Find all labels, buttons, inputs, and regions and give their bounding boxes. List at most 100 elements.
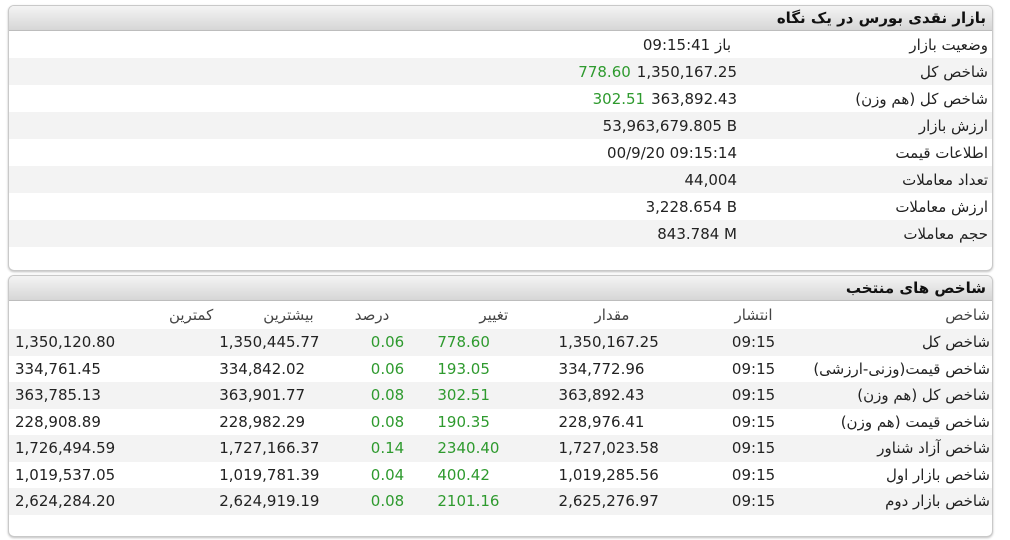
overview-main-value: 1,350,167.25 (636, 62, 737, 81)
overview-row-trade-value: ارزش معاملات 3,228.654 B (9, 193, 992, 220)
selected-indices-title: شاخص های منتخب (9, 276, 992, 301)
index-high: 2,624,919.19 (219, 492, 320, 511)
overview-value: 44,004 (447, 170, 738, 189)
index-time: 09:15 (731, 333, 776, 352)
overview-value: باز 09:15:41 (447, 36, 737, 54)
index-percent: 0.08 (370, 386, 405, 405)
index-amount: 1,727,023.58 (558, 439, 659, 458)
index-time: 09:15 (731, 412, 776, 431)
overview-value: 53,963,679.805 B (447, 117, 737, 135)
index-time: 09:15 (731, 492, 776, 511)
index-amount: 1,350,167.25 (558, 333, 659, 352)
overview-row-market-value: ارزش بازار 53,963,679.805 B (9, 112, 992, 139)
index-high: 1,350,445.77 (219, 333, 320, 352)
index-time: 09:15 (731, 465, 776, 484)
overview-main-value: 843.784 M (657, 224, 737, 243)
selected-indices-panel: شاخص های منتخب شاخص انتشار مقدار تغییر د… (8, 275, 993, 537)
index-low: 2,624,284.20 (15, 492, 116, 511)
index-amount: 363,892.43 (558, 386, 645, 405)
index-low: 228,908.89 (15, 412, 101, 431)
index-amount: 1,019,285.56 (558, 465, 659, 484)
index-time: 09:15 (731, 359, 776, 378)
table-row[interactable]: شاخص بازار اول 09:15 1,019,285.56 400.42… (9, 462, 992, 489)
market-overview-title: بازار نقدی بورس در یک نگاه (9, 6, 992, 31)
overview-row-equal-weight-index: شاخص کل (هم وزن) 302.51 363,892.43 (9, 85, 992, 112)
index-change: 2340.40 (437, 439, 500, 458)
column-header-high[interactable]: بیشترین (213, 301, 349, 329)
index-percent: 0.08 (370, 412, 405, 431)
overview-main-value: 3,228.654 B (645, 197, 737, 216)
column-header-percent[interactable]: درصد (349, 301, 428, 329)
column-header-amount[interactable]: مقدار (555, 301, 720, 329)
index-high: 228,982.29 (219, 412, 306, 431)
index-percent: 0.14 (370, 439, 405, 458)
overview-label: اطلاعات قیمت (895, 143, 988, 162)
index-name[interactable]: شاخص قیمت(وزنی-ارزشی) (787, 356, 992, 383)
index-low: 334,761.45 (15, 359, 101, 378)
index-percent: 0.06 (370, 333, 405, 352)
index-change: 302.51 (437, 386, 490, 405)
index-percent: 0.06 (370, 359, 405, 378)
overview-label: وضعیت بازار (909, 35, 988, 54)
overview-main-value: 00/9/20 09:15:14 (607, 143, 737, 162)
overview-main-value: 363,892.43 (651, 89, 737, 108)
index-low: 1,350,120.80 (15, 333, 116, 352)
index-high: 334,842.02 (219, 359, 306, 378)
column-header-low[interactable]: کمترین (9, 301, 213, 329)
index-amount: 334,772.96 (558, 359, 645, 378)
overview-row-status: وضعیت بازار باز 09:15:41 (9, 31, 992, 58)
index-low: 1,019,537.05 (15, 465, 116, 484)
index-change: 400.42 (437, 465, 490, 484)
overview-label: ارزش بازار (918, 116, 988, 135)
overview-label: شاخص کل (هم وزن) (855, 89, 988, 108)
overview-main-value: باز 09:15:41 (642, 35, 731, 54)
market-overview-panel: بازار نقدی بورس در یک نگاه وضعیت بازار ب… (8, 5, 993, 271)
overview-label: ارزش معاملات (895, 197, 988, 216)
market-overview-list: وضعیت بازار باز 09:15:41 شاخص کل 778.60 1… (9, 31, 992, 247)
indices-header-row: شاخص انتشار مقدار تغییر درصد بیشترین کمت… (9, 301, 992, 329)
overview-row-total-index: شاخص کل 778.60 1,350,167.25 (9, 58, 992, 85)
column-header-time[interactable]: انتشار (720, 301, 788, 329)
index-amount: 2,625,276.97 (558, 492, 659, 511)
table-row[interactable]: شاخص کل (هم وزن) 09:15 363,892.43 302.51… (9, 382, 992, 409)
overview-label: شاخص کل (919, 62, 988, 81)
index-percent: 0.08 (370, 492, 405, 511)
overview-value: 302.51 363,892.43 (447, 90, 737, 108)
column-header-change[interactable]: تغییر (427, 301, 554, 329)
index-high: 363,901.77 (219, 386, 306, 405)
overview-change: 778.60 (578, 62, 631, 81)
overview-value: 843.784 M (447, 225, 737, 243)
overview-main-value: 53,963,679.805 B (602, 116, 737, 135)
index-name[interactable]: شاخص بازار دوم (787, 488, 992, 515)
overview-label: تعداد معاملات (902, 170, 988, 189)
index-low: 1,726,494.59 (15, 439, 116, 458)
overview-value: 3,228.654 B (447, 198, 737, 216)
index-change: 190.35 (437, 412, 490, 431)
index-name[interactable]: شاخص آزاد شناور (787, 435, 992, 462)
overview-label: حجم معاملات (903, 224, 988, 243)
index-high: 1,019,781.39 (219, 465, 320, 484)
index-amount: 228,976.41 (558, 412, 645, 431)
index-name[interactable]: شاخص کل (787, 329, 992, 356)
column-header-name[interactable]: شاخص (787, 301, 992, 329)
table-row[interactable]: شاخص قیمت (هم وزن) 09:15 228,976.41 190.… (9, 409, 992, 436)
index-name[interactable]: شاخص کل (هم وزن) (787, 382, 992, 409)
index-time: 09:15 (731, 439, 776, 458)
index-time: 09:15 (731, 386, 776, 405)
overview-row-trade-count: تعداد معاملات 44,004 (9, 166, 992, 193)
table-row[interactable]: شاخص آزاد شناور 09:15 1,727,023.58 2340.… (9, 435, 992, 462)
table-row[interactable]: شاخص قیمت(وزنی-ارزشی) 09:15 334,772.96 1… (9, 356, 992, 383)
index-percent: 0.04 (370, 465, 405, 484)
index-change: 2101.16 (437, 492, 500, 511)
index-name[interactable]: شاخص قیمت (هم وزن) (787, 409, 992, 436)
overview-main-value: 44,004 (684, 170, 738, 189)
table-row[interactable]: شاخص کل 09:15 1,350,167.25 778.60 0.06 1… (9, 329, 992, 356)
indices-table: شاخص انتشار مقدار تغییر درصد بیشترین کمت… (9, 301, 992, 515)
overview-value: 00/9/20 09:15:14 (447, 144, 737, 162)
index-high: 1,727,166.37 (219, 439, 320, 458)
table-row[interactable]: شاخص بازار دوم 09:15 2,625,276.97 2101.1… (9, 488, 992, 515)
index-name[interactable]: شاخص بازار اول (787, 462, 992, 489)
index-low: 363,785.13 (15, 386, 101, 405)
overview-row-price-info: اطلاعات قیمت 00/9/20 09:15:14 (9, 139, 992, 166)
index-change: 778.60 (437, 333, 490, 352)
